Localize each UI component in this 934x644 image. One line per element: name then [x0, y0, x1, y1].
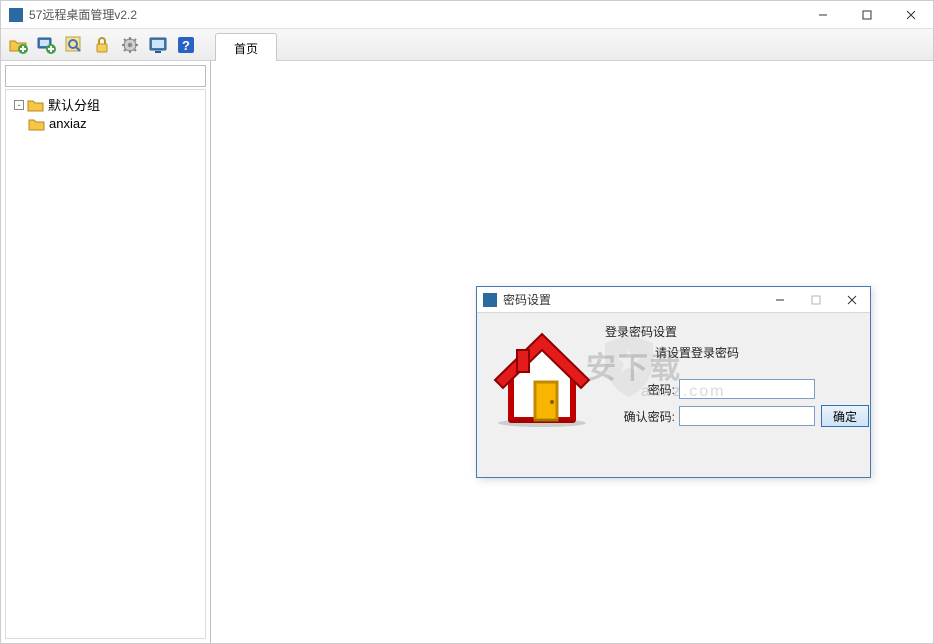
password-dialog: 密码设置: [476, 286, 871, 478]
tab-bar: 首页: [215, 29, 277, 60]
dialog-maximize-button: [798, 287, 834, 313]
body: - 默认分组 anxiaz 安下载 anxz.com 密码设置: [1, 61, 933, 643]
close-button[interactable]: [889, 1, 933, 29]
add-folder-button[interactable]: [5, 32, 31, 58]
dialog-icon: [483, 293, 497, 307]
maximize-button[interactable]: [845, 1, 889, 29]
tree-item-label: 默认分组: [48, 95, 100, 114]
lock-button[interactable]: [89, 32, 115, 58]
dialog-controls: [762, 287, 870, 313]
toolbar: ?: [1, 29, 203, 60]
monitor-button[interactable]: [145, 32, 171, 58]
tab-home[interactable]: 首页: [215, 33, 277, 61]
tree-item-child[interactable]: anxiaz: [10, 115, 201, 132]
password-label: 密码:: [605, 381, 675, 398]
window-controls: [801, 1, 933, 29]
tree-view[interactable]: - 默认分组 anxiaz: [5, 89, 206, 639]
confirm-row: 确认密码: 确定: [605, 405, 869, 427]
titlebar: 57远程桌面管理v2.2: [1, 1, 933, 29]
collapse-icon[interactable]: -: [14, 100, 24, 110]
content-area: 安下载 anxz.com 密码设置: [211, 61, 933, 643]
form-heading: 登录密码设置: [605, 323, 869, 340]
app-icon: [9, 8, 23, 22]
confirm-password-input[interactable]: [679, 406, 815, 426]
dialog-close-button[interactable]: [834, 287, 870, 313]
confirm-label: 确认密码:: [605, 408, 675, 425]
password-row: 密码:: [605, 379, 869, 399]
house-image: [489, 321, 595, 433]
settings-button[interactable]: [117, 32, 143, 58]
window-title: 57远程桌面管理v2.2: [29, 6, 801, 23]
dialog-titlebar: 密码设置: [477, 287, 870, 313]
main-window: 57远程桌面管理v2.2: [0, 0, 934, 644]
form-subheading: 请设置登录密码: [655, 344, 869, 361]
dialog-minimize-button[interactable]: [762, 287, 798, 313]
confirm-button[interactable]: 确定: [821, 405, 869, 427]
add-monitor-button[interactable]: [33, 32, 59, 58]
help-button[interactable]: ?: [173, 32, 199, 58]
search-button[interactable]: [61, 32, 87, 58]
dialog-form: 登录密码设置 请设置登录密码 密码: 确认密码: 确定: [605, 321, 869, 433]
tree-item-label: anxiaz: [49, 116, 87, 131]
tree-item-root[interactable]: - 默认分组: [10, 94, 201, 115]
toolbar-row: ? 首页: [1, 29, 933, 61]
password-input[interactable]: [679, 379, 815, 399]
folder-icon: [27, 98, 44, 112]
sidebar: - 默认分组 anxiaz: [1, 61, 211, 643]
minimize-button[interactable]: [801, 1, 845, 29]
folder-icon: [28, 117, 45, 131]
dialog-title: 密码设置: [503, 291, 762, 308]
house-icon: [489, 324, 595, 430]
svg-text:?: ?: [182, 38, 190, 53]
dialog-body: 登录密码设置 请设置登录密码 密码: 确认密码: 确定: [477, 313, 870, 443]
search-input[interactable]: [5, 65, 206, 87]
